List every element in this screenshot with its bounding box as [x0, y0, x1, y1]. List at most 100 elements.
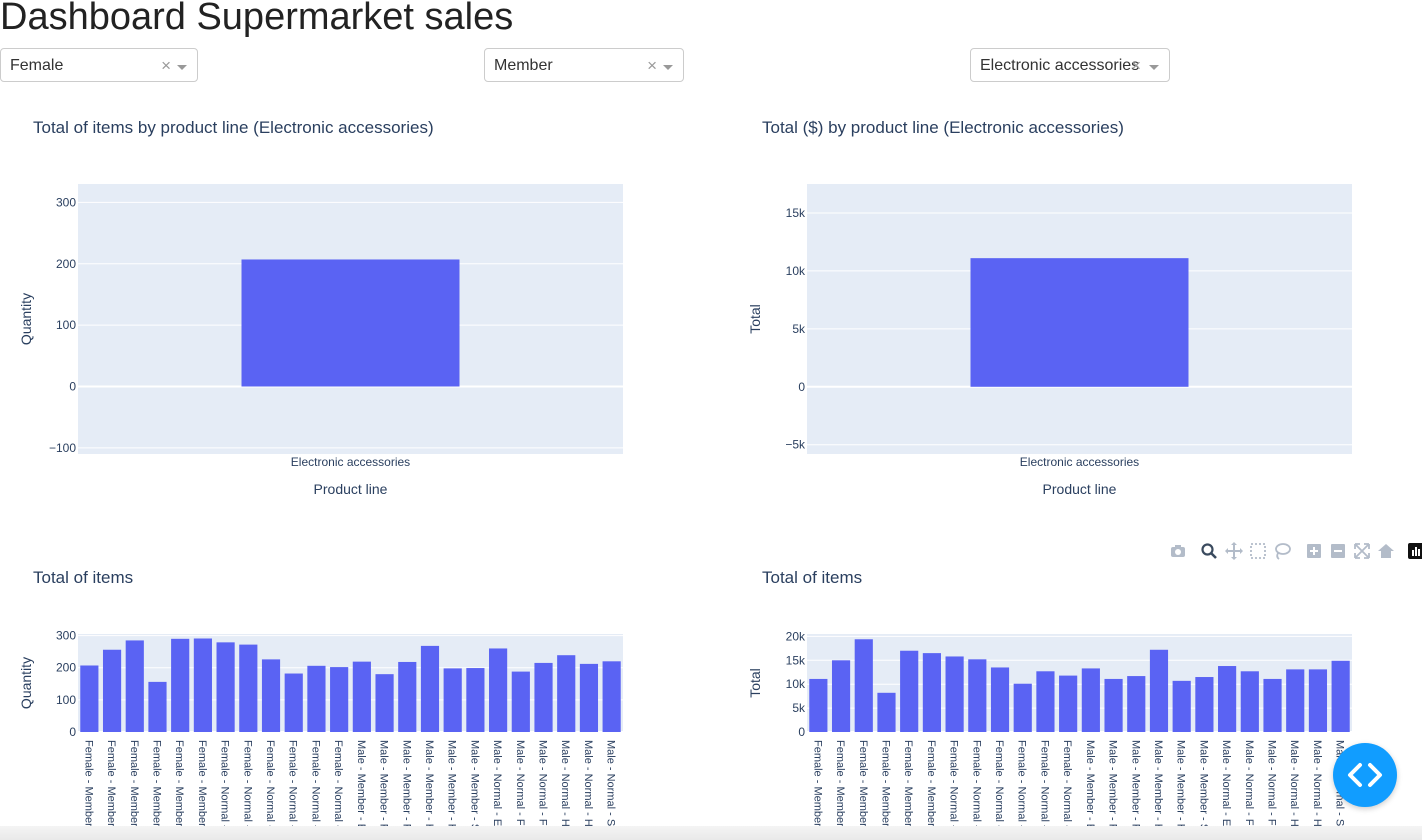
autoscale-icon[interactable]	[1352, 540, 1372, 562]
chart-3-bar	[900, 650, 919, 732]
chart-2-xtick-label: Female - Normal - F	[241, 740, 253, 839]
clear-icon[interactable]: ×	[161, 56, 171, 76]
chart-2-xtick-label: Male - Member - Ele	[355, 740, 367, 840]
chevron-down-icon[interactable]	[177, 65, 187, 70]
chart-3-bar	[1308, 669, 1328, 732]
lasso-icon[interactable]	[1272, 540, 1292, 562]
chart-2-bar	[579, 663, 599, 732]
chart-2-xtick-label: Female - Member - H	[150, 740, 162, 840]
chart-2-bar	[102, 649, 122, 732]
quantity-by-product-line-chart[interactable]: Total of items by product line (Electron…	[0, 100, 711, 520]
chart-3-ytick-label: 20k	[786, 629, 806, 643]
product-line-dropdown[interactable]: Electronic accessories ×	[970, 48, 1170, 82]
chart-3-bar	[968, 659, 987, 732]
chevron-down-icon[interactable]	[663, 65, 673, 70]
pan-icon[interactable]	[1224, 540, 1244, 562]
chart-3-xtick-label: Female - Normal - H	[1016, 740, 1028, 840]
gender-dropdown[interactable]: Female ×	[0, 48, 198, 82]
chart-2-bar	[511, 671, 530, 732]
chart-2-ytick-label: 100	[56, 693, 76, 707]
code-chevrons-icon	[1348, 763, 1382, 787]
chart-2-ytick-label: 200	[56, 661, 76, 675]
chart-3-xtick-label: Female - Member - F	[857, 740, 869, 840]
chart-2-xtick-label: Male - Member - Fas	[378, 740, 390, 840]
quantity-by-group-chart[interactable]: Total of items 0 100 200 300 Quantity Female -…	[0, 550, 711, 840]
chart-2-xtick-label: Female - Normal - H	[309, 740, 321, 840]
chart-2-bar	[398, 661, 417, 732]
chart-3-ytick-label: 5k	[792, 701, 806, 715]
chart-2-xtick-label: Female - Normal - H	[287, 740, 299, 840]
chart-2-bar	[171, 638, 190, 732]
chart-2-bar	[284, 673, 303, 732]
chart-0-ytick-label: −100	[49, 441, 76, 455]
chart-2-xtick-label: Male - Normal - Hea	[559, 740, 571, 840]
chart-3-xtick-label: Male - Member - Foo	[1129, 740, 1141, 840]
chart-modebar	[1166, 540, 1422, 564]
zoom-icon[interactable]	[1199, 540, 1219, 562]
total-by-product-line-chart[interactable]: Total ($) by product line (Electronic ac…	[711, 100, 1422, 520]
chart-0-ytick-label: 300	[56, 195, 76, 209]
chart-2-bar	[193, 638, 212, 732]
horizontal-scrollbar[interactable]	[0, 826, 1422, 840]
chart-2-xtick-label: Male - Normal - Fash	[514, 740, 526, 840]
chart-3-xtick-label: Female - Normal - E	[948, 740, 960, 839]
chart-0-xtick-label: Electronic accessories	[291, 455, 410, 469]
chart-3-ytick-label: 15k	[786, 653, 806, 667]
chart-2-bar	[239, 644, 258, 732]
chart-2-xtick-label: Male - Member - Spo	[468, 740, 480, 840]
plotly-logo-icon[interactable]	[1406, 540, 1422, 562]
chart-2-xtick-label: Female - Normal - F	[264, 740, 276, 839]
zoom-in-icon[interactable]	[1304, 540, 1324, 562]
chart-3-xtick-label: Male - Normal - Elec	[1220, 740, 1232, 840]
chart-2-bar	[261, 659, 281, 732]
chart-3-bar	[809, 678, 828, 732]
chart-2-bar	[420, 645, 440, 732]
dev-tools-button[interactable]	[1333, 743, 1397, 807]
chart-3-bar	[854, 639, 873, 732]
chart-1-ytick-label: 0	[798, 380, 805, 394]
reset-axes-icon[interactable]	[1376, 540, 1396, 562]
chart-2-bar	[489, 648, 508, 732]
zoom-out-icon[interactable]	[1328, 540, 1348, 562]
chart-2-xtick-label: Male - Normal - Elec	[491, 740, 503, 840]
chart-2-xtick-label: Male - Normal - Foo	[537, 740, 549, 838]
total-by-group-chart[interactable]: Total of items 0 5k 10k 15k 20k Total Female - …	[711, 550, 1422, 840]
box-select-icon[interactable]	[1248, 540, 1268, 562]
chart-3-bar	[1059, 675, 1078, 732]
chart-3-xtick-label: Male - Member - Hom	[1175, 740, 1187, 840]
chart-3-bar	[1331, 660, 1350, 732]
chart-3-bar	[1081, 668, 1100, 732]
chart-0-title: Total of items by product line (Electron…	[33, 118, 434, 137]
chart-3-bar	[877, 692, 896, 732]
chart-3-xtick-label: Male - Member - Fas	[1107, 740, 1119, 840]
chart-3-bar	[1104, 678, 1123, 732]
chart-3-ytick-label: 10k	[786, 677, 806, 691]
chart-1-title: Total ($) by product line (Electronic ac…	[762, 118, 1124, 137]
chart-3-xtick-label: Male - Member - Hea	[1152, 740, 1164, 840]
page-title: Dashboard Supermarket sales	[0, 0, 514, 38]
chart-2-xtick-label: Female - Normal - E	[219, 740, 231, 839]
chart-0-ylabel: Quantity	[18, 293, 34, 345]
chart-3-bar	[1172, 680, 1191, 732]
chart-2-bar	[80, 665, 99, 732]
chart-1-ytick-label: 10k	[786, 264, 806, 278]
chart-0-bar	[241, 259, 460, 387]
chart-3-bar	[1263, 678, 1282, 732]
chart-3-bar	[945, 656, 964, 732]
chart-3-xtick-label: Female - Member - H	[879, 740, 891, 840]
chart-0-ytick-label: 0	[69, 380, 76, 394]
chart-1-ytick-label: 15k	[786, 206, 806, 220]
chart-3-xtick-label: Male - Member - Ele	[1084, 740, 1096, 840]
chart-3-bar	[1218, 666, 1237, 732]
clear-icon[interactable]: ×	[1131, 56, 1141, 76]
chart-3-bar	[922, 653, 941, 732]
chart-2-bar	[352, 661, 371, 732]
camera-icon[interactable]	[1168, 540, 1188, 562]
chart-3-xtick-label: Female - Member - E	[811, 740, 823, 840]
customer-type-dropdown[interactable]: Member ×	[484, 48, 684, 82]
clear-icon[interactable]: ×	[647, 56, 657, 76]
chart-1-xtick-label: Electronic accessories	[1020, 455, 1139, 469]
chart-3-bar	[990, 667, 1010, 732]
chart-2-bar	[148, 681, 167, 732]
chevron-down-icon[interactable]	[1149, 65, 1159, 70]
